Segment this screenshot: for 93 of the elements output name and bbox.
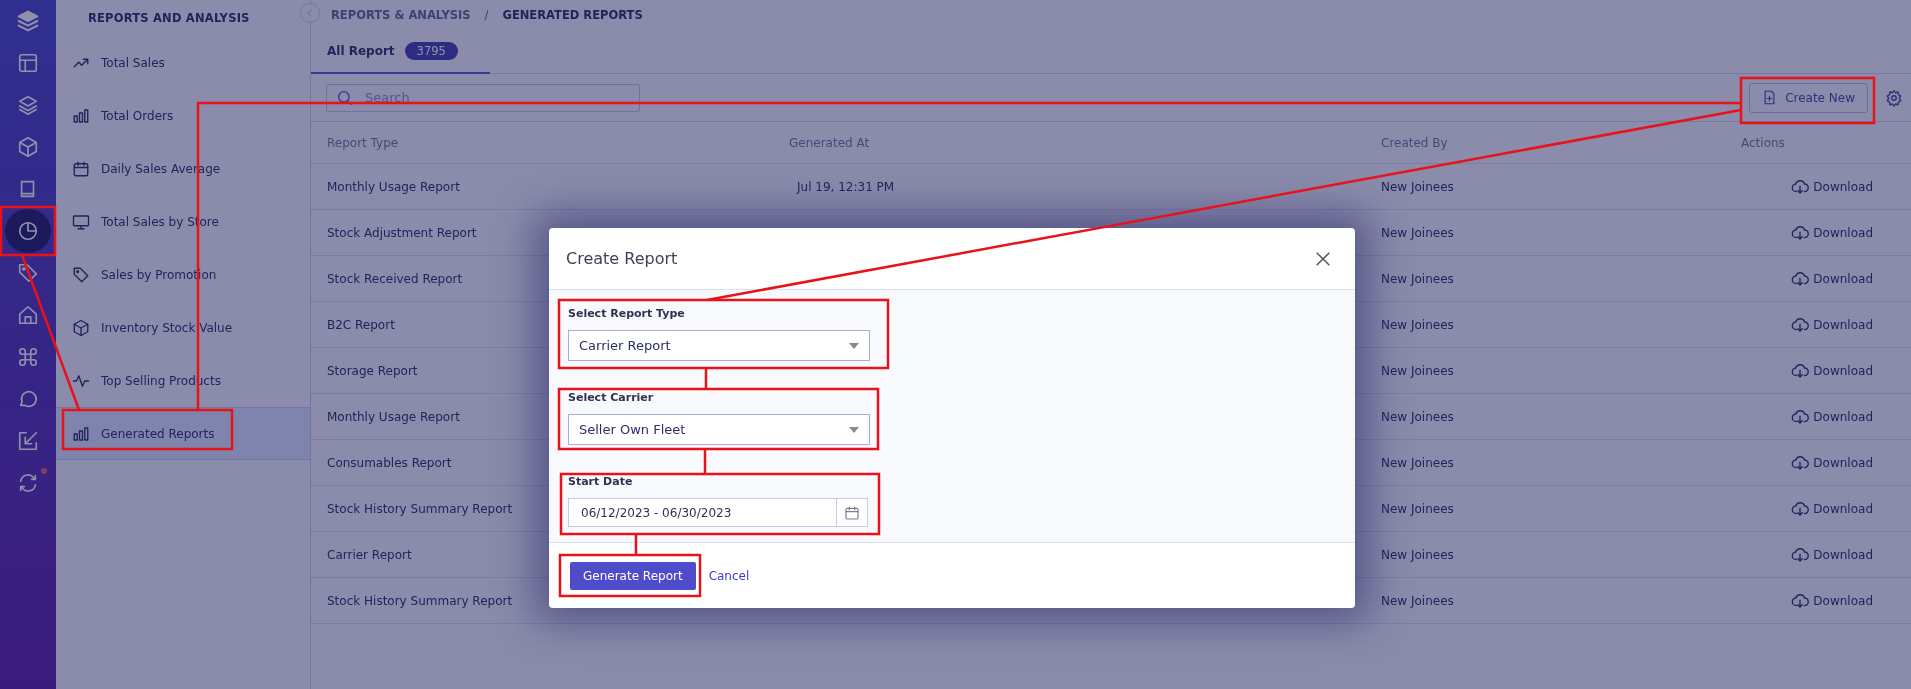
cancel-link[interactable]: Cancel — [708, 568, 750, 583]
column-header: Generated At — [789, 135, 870, 150]
command-icon — [17, 346, 39, 368]
layers-icon — [17, 94, 39, 116]
leader-line — [703, 449, 707, 474]
column-header: Actions — [1741, 135, 1786, 150]
calendar-icon — [72, 159, 90, 178]
download-link[interactable]: Download — [1791, 315, 1873, 334]
cloud-download-icon — [1791, 499, 1810, 518]
cloud-download-icon — [1791, 407, 1810, 426]
cloud-download-icon — [1791, 545, 1810, 564]
table-cell: New Joinees — [1381, 455, 1454, 470]
bar-chart-icon — [72, 424, 90, 443]
table-cell: New Joinees — [1381, 271, 1454, 286]
breadcrumb-separator: / — [484, 8, 489, 22]
menu-item[interactable]: Inventory Stock Value — [56, 301, 310, 354]
cloud-download-icon — [1791, 315, 1810, 334]
download-link[interactable]: Download — [1791, 269, 1873, 288]
select-field[interactable]: Seller Own Fleet — [568, 414, 870, 445]
breadcrumb-item[interactable]: REPORTS & ANALYSIS — [331, 8, 471, 22]
table-cell: New Joinees — [1381, 363, 1454, 378]
search-icon — [336, 88, 354, 107]
table-cell: New Joinees — [1381, 547, 1454, 562]
column-header: Created By — [1381, 135, 1448, 150]
count-badge: 3795 — [404, 42, 458, 60]
table-cell: Stock History Summary Report — [327, 593, 513, 608]
date-range-field[interactable]: 06/12/2023 - 06/30/2023 — [568, 498, 868, 527]
table-cell: New Joinees — [1381, 593, 1454, 608]
tag-icon — [72, 265, 90, 284]
chat-icon — [17, 388, 39, 410]
modal-title: Create Report — [566, 249, 678, 268]
download-link[interactable]: Download — [1791, 591, 1873, 610]
column-header: Report Type — [327, 135, 399, 150]
table-cell: Storage Report — [327, 363, 418, 378]
table-cell: Monthly Usage Report — [327, 409, 460, 424]
generate-report-button[interactable]: Generate Report — [570, 561, 696, 590]
field-label: Select Report Type — [568, 307, 685, 321]
menu-item[interactable]: Generated Reports — [56, 407, 310, 460]
table-cell: B2C Report — [327, 317, 395, 332]
home-icon — [17, 304, 39, 326]
highlight-box — [0, 205, 57, 257]
download-link[interactable]: Download — [1791, 223, 1873, 242]
calendar-icon[interactable] — [844, 504, 860, 521]
download-link[interactable]: Download — [1791, 499, 1873, 518]
download-link[interactable]: Download — [1791, 361, 1873, 380]
cloud-download-icon — [1791, 361, 1810, 380]
cloud-download-icon — [1791, 223, 1810, 242]
create-new-button[interactable]: Create New — [1749, 82, 1868, 113]
table-cell: Consumables Report — [327, 455, 452, 470]
table-cell: New Joinees — [1381, 179, 1454, 194]
table-cell: New Joinees — [1381, 501, 1454, 516]
tag-icon — [17, 262, 39, 284]
pie-icon — [17, 220, 39, 242]
search-field[interactable]: Search — [326, 83, 640, 112]
table-cell: Carrier Report — [327, 547, 412, 562]
sync-icon — [17, 472, 39, 494]
table-cell: Stock History Summary Report — [327, 501, 513, 516]
file-plus-icon — [1762, 90, 1778, 105]
layout-icon — [17, 52, 39, 74]
box-icon — [17, 136, 39, 158]
monitor-icon — [72, 212, 90, 231]
download-link[interactable]: Download — [1791, 453, 1873, 472]
leader-line — [634, 534, 638, 555]
menu-title: REPORTS AND ANALYSIS — [88, 11, 250, 25]
table-cell: New Joinees — [1381, 317, 1454, 332]
field-label: Select Carrier — [568, 391, 654, 405]
menu-item[interactable]: Total Sales — [56, 36, 310, 89]
breadcrumb-item: GENERATED REPORTS — [502, 8, 643, 22]
tab[interactable]: All Report 3795 — [311, 30, 490, 74]
arrow-icon — [17, 430, 39, 452]
cloud-download-icon — [1791, 591, 1810, 610]
table-cell: New Joinees — [1381, 409, 1454, 424]
menu-item[interactable]: Total Orders — [56, 89, 310, 142]
table-cell: Monthly Usage Report — [327, 179, 460, 194]
download-link[interactable]: Download — [1791, 177, 1873, 196]
cloud-download-icon — [1791, 177, 1810, 196]
caret-icon — [849, 342, 859, 349]
download-link[interactable]: Download — [1791, 407, 1873, 426]
bar-chart-icon — [72, 106, 90, 125]
box-icon — [72, 318, 90, 337]
table-cell-text: Jul 19, 12:31 PM — [795, 179, 895, 194]
caret-icon — [849, 426, 859, 433]
field-label: Start Date — [568, 475, 633, 489]
cloud-download-icon — [1791, 453, 1810, 472]
table-cell: New Joinees — [1381, 225, 1454, 240]
table-cell: Stock Received Report — [327, 271, 463, 286]
select-field[interactable]: Carrier Report — [568, 330, 870, 361]
download-link[interactable]: Download — [1791, 545, 1873, 564]
table-cell: Stock Adjustment Report — [327, 225, 477, 240]
cloud-download-icon — [1791, 269, 1810, 288]
settings-icon[interactable] — [1885, 88, 1903, 107]
notification-dot — [41, 468, 47, 474]
rail-item[interactable] — [5, 209, 51, 253]
